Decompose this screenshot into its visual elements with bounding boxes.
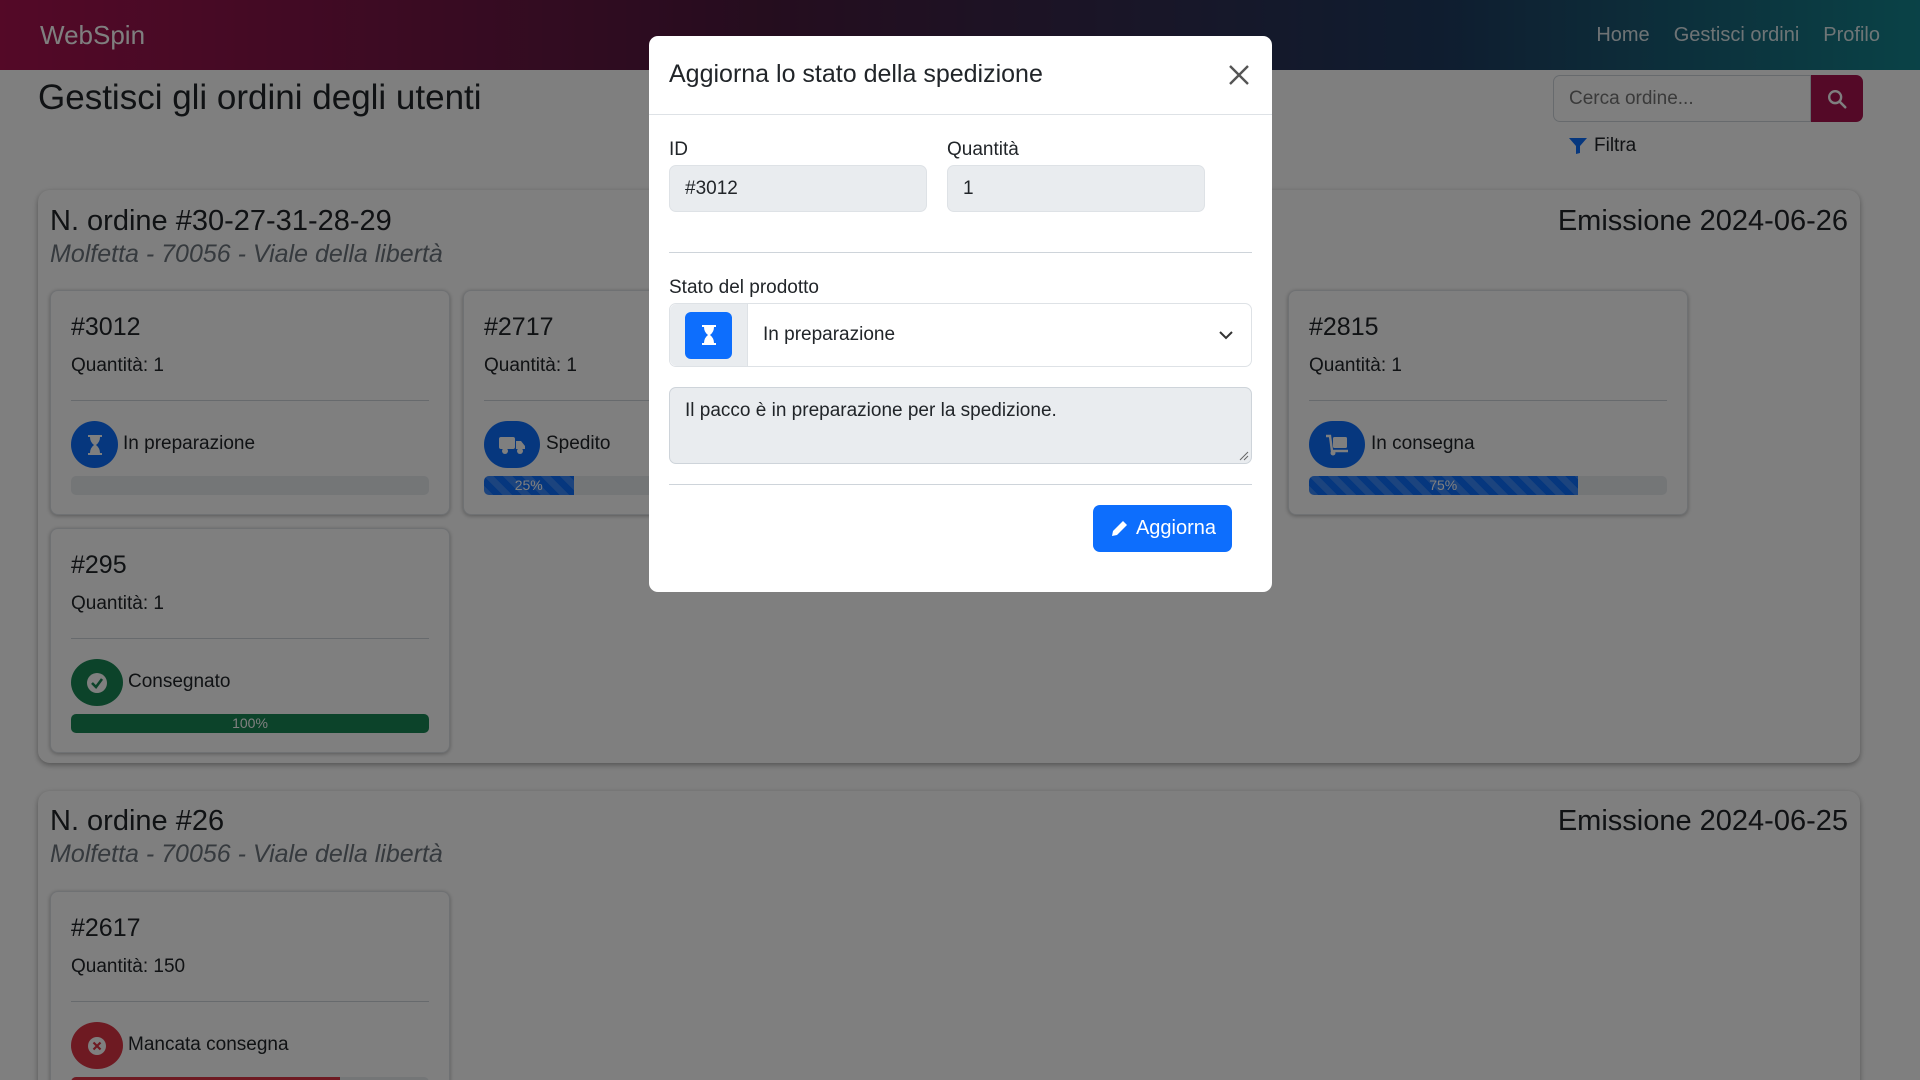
status-description-text: Il pacco è in preparazione per la spediz…	[685, 400, 1057, 421]
chevron-down-icon	[1201, 304, 1251, 366]
modal-title: Aggiorna lo stato della spedizione	[669, 60, 1043, 88]
pencil-icon	[1111, 520, 1127, 536]
id-field[interactable]: #3012	[669, 165, 927, 212]
select-addon	[670, 304, 748, 366]
status-description[interactable]: Il pacco è in preparazione per la spediz…	[669, 387, 1252, 464]
hourglass-icon	[685, 311, 732, 359]
close-icon	[1229, 65, 1249, 85]
id-label: ID	[669, 139, 688, 160]
status-select[interactable]: In preparazione	[669, 303, 1252, 367]
status-select-value: In preparazione	[763, 324, 896, 345]
divider	[669, 484, 1252, 485]
quantity-field[interactable]: 1	[947, 165, 1205, 212]
resize-grip-icon[interactable]	[1237, 449, 1249, 461]
update-status-modal: Aggiorna lo stato della spedizione ID #3…	[649, 36, 1272, 592]
modal-header: Aggiorna lo stato della spedizione	[649, 36, 1272, 115]
quantity-label: Quantità	[947, 139, 1019, 160]
update-button-label: Aggiorna	[1135, 517, 1217, 539]
close-button[interactable]	[1224, 60, 1254, 90]
status-select-label: Stato del prodotto	[669, 277, 819, 298]
update-button[interactable]: Aggiorna	[1093, 505, 1232, 552]
divider	[669, 252, 1252, 253]
